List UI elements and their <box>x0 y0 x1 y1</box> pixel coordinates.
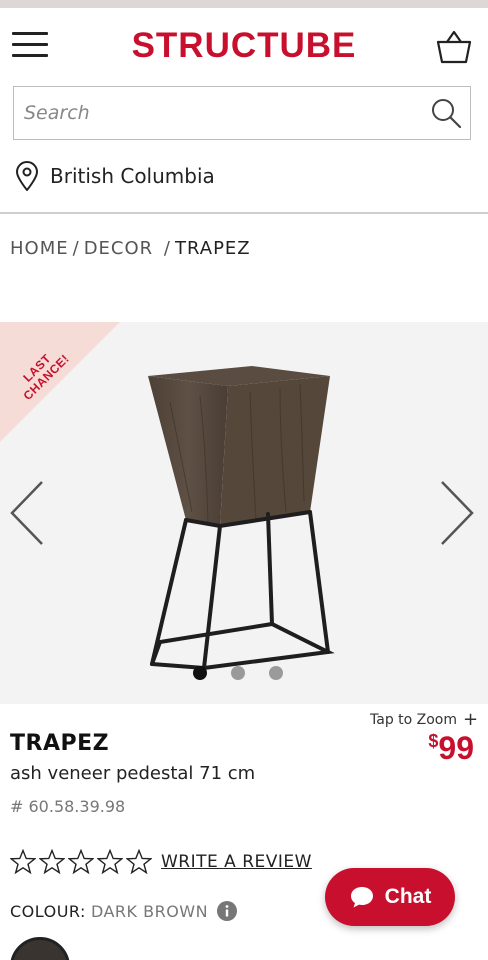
star-outline-icon[interactable] <box>68 849 94 875</box>
price-currency: $ <box>428 731 439 751</box>
star-outline-icon[interactable] <box>10 849 36 875</box>
side-table-image[interactable] <box>140 362 340 672</box>
star-outline-icon[interactable] <box>97 849 123 875</box>
breadcrumb-separator: / <box>72 238 80 259</box>
star-outline-icon[interactable] <box>39 849 65 875</box>
gallery-dot-3[interactable] <box>269 666 283 680</box>
tap-to-zoom[interactable]: Tap to Zoom + <box>370 709 478 730</box>
zoom-label: Tap to Zoom <box>370 712 458 728</box>
breadcrumb-separator: / <box>163 238 171 259</box>
product-description: ash veneer pedestal 71 cm <box>10 763 256 784</box>
top-status-strip <box>0 0 488 8</box>
colour-selector-label: COLOUR: DARK BROWN <box>10 900 238 922</box>
search-box <box>13 86 471 140</box>
breadcrumb-decor[interactable]: DECOR <box>84 238 153 259</box>
product-price: $99 <box>428 730 474 767</box>
chat-button[interactable]: Chat <box>325 868 455 926</box>
header-divider <box>0 212 488 214</box>
write-review-link[interactable]: WRITE A REVIEW <box>161 852 312 872</box>
gallery-pagination <box>0 666 488 682</box>
structube-logo[interactable]: STRUCTUBE <box>0 26 488 66</box>
chevron-left-icon[interactable] <box>8 478 48 548</box>
breadcrumb: HOME / DECOR / TRAPEZ <box>10 238 251 259</box>
colour-label: COLOUR: <box>10 901 86 921</box>
plus-icon: + <box>463 709 479 730</box>
star-outline-icon[interactable] <box>126 849 152 875</box>
site-header: STRUCTUBE <box>0 8 488 74</box>
chevron-right-icon[interactable] <box>436 478 476 548</box>
breadcrumb-home[interactable]: HOME <box>10 238 69 259</box>
colour-value: DARK BROWN <box>90 901 209 921</box>
info-icon[interactable] <box>216 900 238 922</box>
chat-label: Chat <box>384 885 432 908</box>
star-rating: WRITE A REVIEW <box>10 848 312 876</box>
product-sku: # 60.58.39.98 <box>10 797 126 816</box>
search-icon[interactable] <box>430 97 462 129</box>
gallery-dot-2[interactable] <box>231 666 245 680</box>
shopping-basket-icon[interactable] <box>436 30 472 64</box>
product-name: TRAPEZ <box>10 731 110 756</box>
store-location[interactable]: British Columbia <box>14 160 215 192</box>
product-gallery[interactable]: LAST CHANCE! <box>0 322 488 704</box>
location-label: British Columbia <box>50 164 215 188</box>
chat-bubble-icon <box>350 887 373 908</box>
search-input[interactable] <box>24 97 424 129</box>
map-pin-icon <box>15 161 39 191</box>
gallery-dot-1[interactable] <box>193 666 207 680</box>
breadcrumb-current: TRAPEZ <box>174 238 251 259</box>
price-amount: 99 <box>438 730 474 766</box>
colour-swatch-dark-brown[interactable] <box>10 937 70 960</box>
